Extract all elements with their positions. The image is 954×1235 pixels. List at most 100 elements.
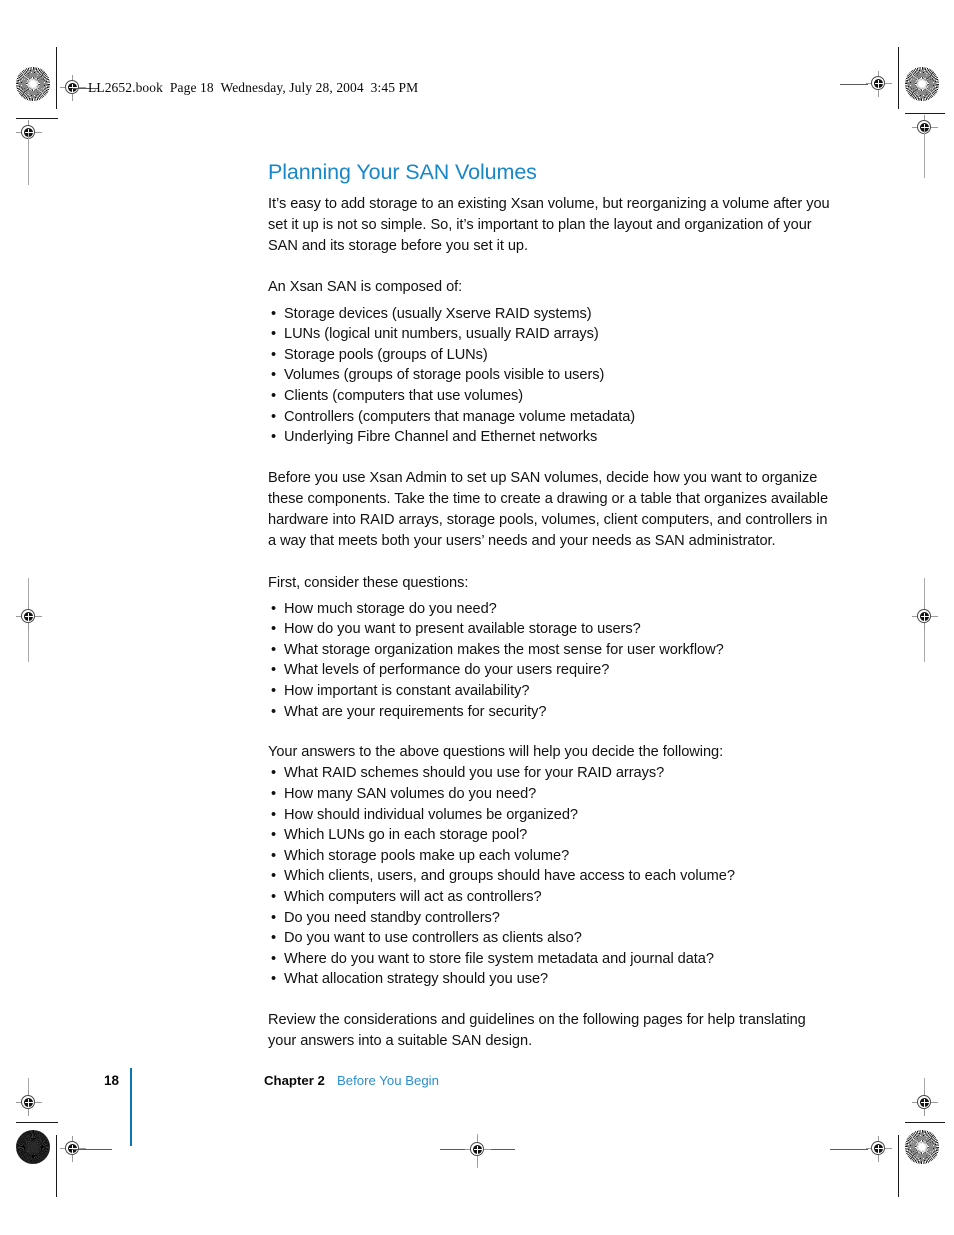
bullet-icon: •	[271, 889, 277, 906]
registration-mark-icon	[866, 1136, 892, 1162]
starburst-target-icon	[905, 67, 939, 101]
organize-paragraph: Before you use Xsan Admin to set up SAN …	[268, 469, 829, 550]
bullet-icon: •	[271, 600, 277, 617]
registration-mark-icon	[60, 75, 86, 101]
list-item-label: Do you need standby controllers?	[284, 909, 500, 926]
trim-bar	[898, 47, 899, 109]
crop-guide-line	[840, 84, 868, 85]
list-item-label: How should individual volumes be organiz…	[284, 806, 578, 823]
crop-guide-line	[28, 1078, 29, 1112]
bullet-icon: •	[271, 662, 277, 679]
bullet-icon: •	[271, 765, 277, 782]
bullet-icon: •	[271, 641, 277, 658]
bullet-icon: •	[271, 971, 277, 988]
decisions-list: • What RAID schemes should you use for yo…	[268, 763, 830, 990]
list-item-label: Storage pools (groups of LUNs)	[284, 346, 488, 363]
list-item: • What levels of performance do your user…	[268, 660, 830, 681]
bullet-icon: •	[271, 408, 277, 425]
list-item: • LUNs (logical unit numbers, usually RAI…	[268, 324, 830, 345]
list-item-label: How much storage do you need?	[284, 600, 497, 617]
consider-questions-list: • How much storage do you need? • How do yo…	[268, 599, 830, 723]
list-item: • Volumes (groups of storage pools visibl…	[268, 365, 830, 386]
list-item: • Clients (computers that use volumes)	[268, 386, 830, 407]
list-item: • Do you need standby controllers?	[268, 908, 830, 929]
registration-mark-icon	[912, 115, 938, 141]
registration-mark-icon	[912, 604, 938, 630]
list-item: • How should individual volumes be organi…	[268, 805, 830, 826]
footer-chapter-label: Chapter 2	[264, 1073, 325, 1088]
list-item: • How many SAN volumes do you need?	[268, 784, 830, 805]
running-head: LL2652.book Page 18 Wednesday, July 28, …	[88, 80, 419, 95]
list-item-label: Clients (computers that use volumes)	[284, 387, 524, 404]
bullet-icon: •	[271, 827, 277, 844]
questions-lead-in: First, consider these questions:	[268, 574, 469, 591]
list-item-label: Which computers will act as controllers?	[284, 889, 542, 906]
bullet-icon: •	[271, 909, 277, 926]
crop-guide-line	[924, 128, 925, 178]
list-item: • What storage organization makes the mos…	[268, 640, 830, 661]
bullet-icon: •	[271, 367, 277, 384]
bullet-icon: •	[271, 429, 277, 446]
list-item-label: Which clients, users, and groups should …	[284, 868, 735, 885]
list-item-label: How many SAN volumes do you need?	[284, 786, 537, 803]
crop-guide-line	[440, 1149, 515, 1150]
list-item-label: How do you want to present available sto…	[284, 621, 641, 638]
crop-tick-rule	[905, 1122, 945, 1123]
composed-of-lead-in: An Xsan SAN is composed of:	[268, 279, 463, 296]
list-item-label: Storage devices (usually Xserve RAID sys…	[284, 305, 592, 322]
list-item-label: Which LUNs go in each storage pool?	[284, 827, 528, 844]
registration-mark-icon	[465, 1137, 491, 1163]
bullet-icon: •	[271, 305, 277, 322]
list-item-label: Controllers (computers that manage volum…	[284, 408, 636, 425]
bullet-icon: •	[271, 868, 277, 885]
crop-guide-line	[924, 578, 925, 662]
list-item: • What are your requirements for security…	[268, 702, 830, 723]
list-item: • Do you want to use controllers as clien…	[268, 928, 830, 949]
list-item-label: Volumes (groups of storage pools visible…	[284, 367, 605, 384]
registration-mark-icon	[60, 1136, 86, 1162]
list-item: • Controllers (computers that manage volu…	[268, 407, 830, 428]
starburst-target-icon	[16, 1130, 50, 1164]
list-item: • What allocation strategy should you use…	[268, 969, 830, 990]
list-item-label: Where do you want to store file system m…	[284, 950, 714, 967]
list-item: • How much storage do you need?	[268, 599, 830, 620]
crop-guide-line	[72, 1149, 112, 1150]
list-item-label: How important is constant availability?	[284, 683, 530, 700]
list-item: • What RAID schemes should you use for yo…	[268, 763, 830, 784]
list-item: • Which storage pools make up each volume…	[268, 846, 830, 867]
san-components-list: • Storage devices (usually Xserve RAID sy…	[268, 304, 830, 448]
bullet-icon: •	[271, 950, 277, 967]
bullet-icon: •	[271, 847, 277, 864]
page-body: Planning Your SAN Volumes It’s easy to a…	[268, 160, 830, 1052]
crop-guide-line	[56, 47, 57, 107]
list-item-label: Which storage pools make up each volume?	[284, 847, 570, 864]
list-item: • Which clients, users, and groups should…	[268, 866, 830, 887]
list-item-label: Do you want to use controllers as client…	[284, 930, 582, 947]
list-item-label: What allocation strategy should you use?	[284, 971, 549, 988]
document-page: LL2652.book Page 18 Wednesday, July 28, …	[0, 0, 954, 1235]
decide-lead-in: Your answers to the above questions will…	[268, 744, 724, 761]
bullet-icon: •	[271, 683, 277, 700]
crop-guide-line	[924, 1078, 925, 1112]
list-item-label: What storage organization makes the most…	[284, 641, 724, 658]
list-item: • Storage devices (usually Xserve RAID sy…	[268, 304, 830, 325]
bullet-icon: •	[271, 703, 277, 720]
registration-mark-icon	[16, 1090, 42, 1116]
crop-guide-line	[28, 578, 29, 662]
starburst-target-icon	[16, 67, 50, 101]
starburst-target-icon	[905, 1130, 939, 1164]
crop-tick-rule	[905, 113, 945, 114]
registration-mark-icon	[16, 604, 42, 630]
bullet-icon: •	[271, 806, 277, 823]
bullet-icon: •	[271, 930, 277, 947]
crop-tick-rule	[16, 118, 58, 119]
list-item-label: What are your requirements for security?	[284, 703, 547, 720]
registration-mark-icon	[912, 1090, 938, 1116]
list-item-label: Underlying Fibre Channel and Ethernet ne…	[284, 429, 598, 446]
crop-guide-line	[830, 1149, 868, 1150]
list-item: • How do you want to present available st…	[268, 619, 830, 640]
